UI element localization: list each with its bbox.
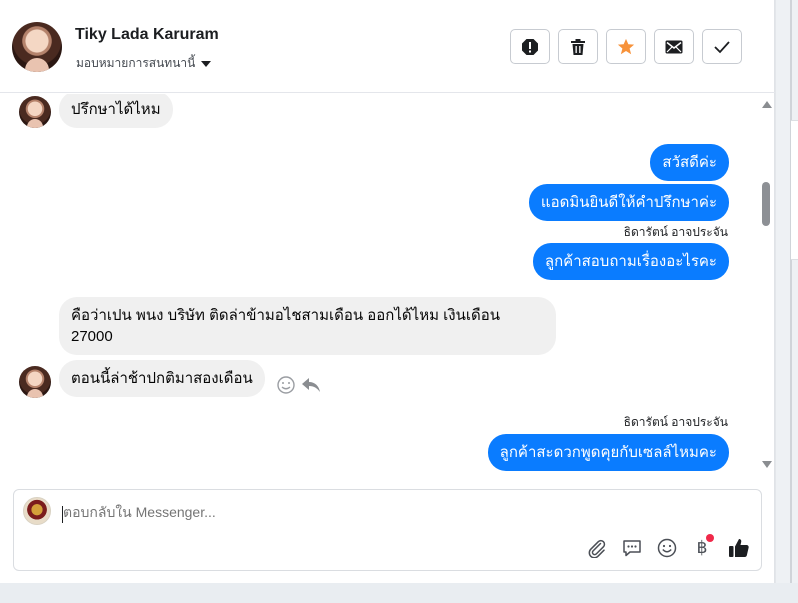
scrollbar-thumb[interactable] [762,182,770,226]
outgoing-message[interactable]: สวัสดีค่ะ [650,144,729,181]
incoming-message[interactable]: คือว่าเปน พนง บริษัท ติดล่าข้ามอไชสามเดื… [59,297,556,355]
contact-avatar[interactable] [12,22,62,72]
emoji-button[interactable] [655,536,679,560]
like-button[interactable] [727,536,751,560]
conversation-header: Tiky Lada Karuram มอบหมายการสนทนานี้ [0,0,775,93]
incoming-message[interactable]: ปรึกษาได้ไหม [59,94,173,128]
saved-reply-button[interactable] [620,536,644,560]
star-icon [617,38,635,54]
sender-name: ธิดารัตน์ อาจประจัน [623,225,728,239]
star-button[interactable] [606,29,646,64]
checkmark-icon [714,40,730,53]
message-list[interactable]: ปรึกษาได้ไหม สวัสดีค่ะ แอดมินยินดีให้คำป… [0,94,760,476]
mark-unread-button[interactable] [654,29,694,64]
conversation-panel: Tiky Lada Karuram มอบหมายการสนทนานี้ ปรึ… [0,0,775,583]
assign-label: มอบหมายการสนทนานี้ [76,56,196,70]
reply-composer: ฿ [13,489,762,571]
envelope-icon [665,40,683,53]
alert-icon [522,38,538,55]
scroll-down-arrow[interactable] [762,461,772,468]
contact-avatar-small[interactable] [19,366,51,398]
assign-conversation-dropdown[interactable]: มอบหมายการสนทนานี้ [76,54,212,73]
page-avatar [23,497,51,525]
contact-name[interactable]: Tiky Lada Karuram [75,26,219,44]
incoming-message[interactable]: ตอนนี้ล่าช้าปกติมาสองเดือน [59,360,265,397]
notification-dot [706,534,714,542]
saved-reply-icon [623,540,641,557]
trash-icon [571,38,585,55]
mark-done-button[interactable] [702,29,742,64]
side-panel-edge [775,0,798,603]
attach-icon [588,539,606,558]
reply-icon[interactable] [301,376,321,394]
sender-name: ธิดารัตน์ อาจประจัน [623,415,728,429]
contact-avatar-small[interactable] [19,96,51,128]
payment-icon: ฿ [696,538,708,558]
emoji-icon [657,538,677,558]
bottom-strip [0,583,798,603]
delete-button[interactable] [558,29,598,64]
thumbs-up-icon [729,539,749,557]
outgoing-message[interactable]: แอดมินยินดีให้คำปรึกษาค่ะ [528,184,729,221]
scroll-up-arrow[interactable] [762,101,772,108]
spam-button[interactable] [510,29,550,64]
reply-input[interactable] [63,504,563,520]
payment-button[interactable]: ฿ [690,534,714,560]
outgoing-message[interactable]: ลูกค้าสะดวกพูดคุยกับเซลล์ไหมคะ [487,434,729,471]
chevron-down-icon [201,60,212,67]
react-emoji-icon[interactable] [276,375,296,395]
attach-button[interactable] [585,536,609,560]
outgoing-message[interactable]: ลูกค้าสอบถามเรื่องอะไรคะ [532,243,729,280]
